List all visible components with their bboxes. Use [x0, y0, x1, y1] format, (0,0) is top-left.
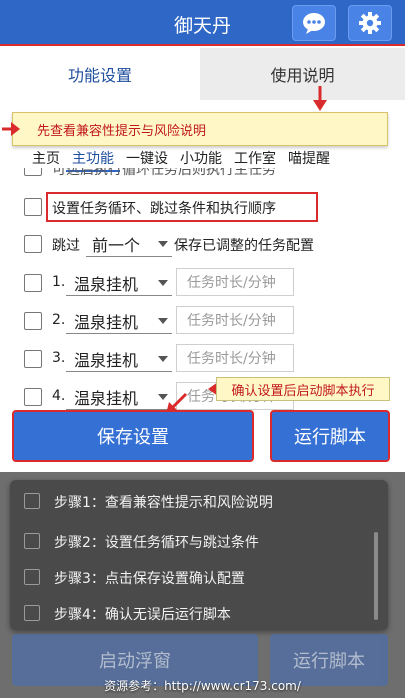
step-3-checkbox[interactable]: [24, 569, 40, 585]
partial-setting-text: 可选启执行循环任务后则执行主任务: [52, 168, 276, 178]
footer-source: 资源参考：http://www.cr173.com/: [104, 679, 301, 693]
skip-select[interactable]: 前一个: [86, 231, 172, 257]
chevron-down-icon: [158, 240, 168, 247]
task-row-1: 1. 温泉挂机 任务时长/分钟: [0, 268, 405, 298]
task-1-select-value: 温泉挂机: [74, 274, 139, 294]
step-item-1: 步骤1：查看兼容性提示和风险说明: [10, 486, 388, 516]
task-2-duration-input[interactable]: 任务时长/分钟: [176, 306, 294, 334]
steps-scrollbar[interactable]: [374, 532, 378, 620]
task-3-number: 3.: [52, 350, 66, 366]
step-item-2: 步骤2：设置任务循环与跳过条件: [10, 526, 388, 556]
task-row-2: 2. 温泉挂机 任务时长/分钟: [0, 306, 405, 336]
app-title: 御天丹: [173, 15, 231, 37]
task-3-duration-input[interactable]: 任务时长/分钟: [176, 344, 294, 372]
step-2-checkbox[interactable]: [24, 533, 40, 549]
task-2-select-value: 温泉挂机: [74, 312, 139, 332]
skip-suffix-text: 保存已调整的任务配置: [174, 238, 314, 254]
annotation-arrow-right-icon: [2, 122, 20, 136]
step-3-text: 步骤3：点击保存设置确认配置: [54, 571, 245, 587]
task-3-checkbox[interactable]: [24, 350, 42, 368]
warning-callout-text: 先查看兼容性提示与风险说明: [37, 123, 207, 139]
step-item-4: 步骤4：确认无误后运行脚本: [10, 598, 388, 628]
settings-button[interactable]: [348, 5, 392, 41]
task-2-number: 2.: [52, 312, 66, 328]
task-4-select[interactable]: 温泉挂机: [66, 384, 172, 410]
run-callout: 确认设置后启动脚本执行: [216, 377, 390, 401]
task-1-duration-input[interactable]: 任务时长/分钟: [176, 268, 294, 296]
partial-setting-row: 可选启执行循环任务后则执行主任务: [0, 168, 405, 182]
task-4-select-value: 温泉挂机: [74, 388, 139, 408]
step-2-text: 步骤2：设置任务循环与跳过条件: [54, 535, 259, 551]
task-3-select[interactable]: 温泉挂机: [66, 346, 172, 372]
task-1-duration-placeholder: 任务时长/分钟: [187, 275, 276, 291]
step-1-checkbox[interactable]: [24, 493, 40, 509]
skip-select-value: 前一个: [92, 235, 141, 255]
title-bar: 御天丹: [0, 0, 405, 46]
task-1-select[interactable]: 温泉挂机: [66, 270, 172, 296]
task-4-checkbox[interactable]: [24, 388, 42, 406]
task-2-duration-placeholder: 任务时长/分钟: [187, 313, 276, 329]
task-4-number: 4.: [52, 388, 66, 404]
task-1-number: 1.: [52, 274, 66, 290]
loop-highlight-box: [46, 192, 318, 222]
top-tab-bar: 功能设置 使用说明: [0, 48, 405, 100]
partial-checkbox[interactable]: [24, 168, 42, 176]
step-1-text: 步骤1：查看兼容性提示和风险说明: [54, 495, 273, 511]
chevron-down-icon: [158, 279, 168, 286]
task-3-duration-placeholder: 任务时长/分钟: [187, 351, 276, 367]
tab-usage-guide[interactable]: 使用说明: [200, 48, 405, 100]
task-1-checkbox[interactable]: [24, 274, 42, 292]
skip-row: 跳过 前一个 保存已调整的任务配置: [0, 229, 405, 259]
chevron-down-icon: [158, 355, 168, 362]
warning-callout: 先查看兼容性提示与风险说明: [12, 112, 388, 146]
step-4-text: 步骤4：确认无误后运行脚本: [54, 607, 231, 623]
skip-label: 跳过: [52, 238, 80, 254]
chat-bubble-icon: [303, 13, 325, 34]
task-2-checkbox[interactable]: [24, 312, 42, 330]
run-callout-text: 确认设置后启动脚本执行: [231, 383, 375, 399]
task-3-select-value: 温泉挂机: [74, 350, 139, 370]
run-script-button[interactable]: 运行脚本: [270, 410, 390, 462]
task-row-3: 3. 温泉挂机 任务时长/分钟: [0, 344, 405, 374]
chevron-down-icon: [158, 317, 168, 324]
save-settings-button[interactable]: 保存设置: [12, 410, 254, 462]
annotation-arrow-down-icon: [313, 86, 327, 111]
step-4-checkbox[interactable]: [24, 605, 40, 621]
step-item-3: 步骤3：点击保存设置确认配置: [10, 562, 388, 592]
loop-checkbox[interactable]: [24, 198, 42, 216]
task-2-select[interactable]: 温泉挂机: [66, 308, 172, 334]
chat-button[interactable]: [292, 5, 336, 41]
steps-overlay-panel: 步骤1：查看兼容性提示和风险说明 步骤2：设置任务循环与跳过条件 步骤3：点击保…: [10, 480, 388, 630]
skip-checkbox[interactable]: [24, 235, 42, 253]
gear-icon: [359, 12, 381, 34]
tab-function-settings[interactable]: 功能设置: [0, 48, 200, 100]
